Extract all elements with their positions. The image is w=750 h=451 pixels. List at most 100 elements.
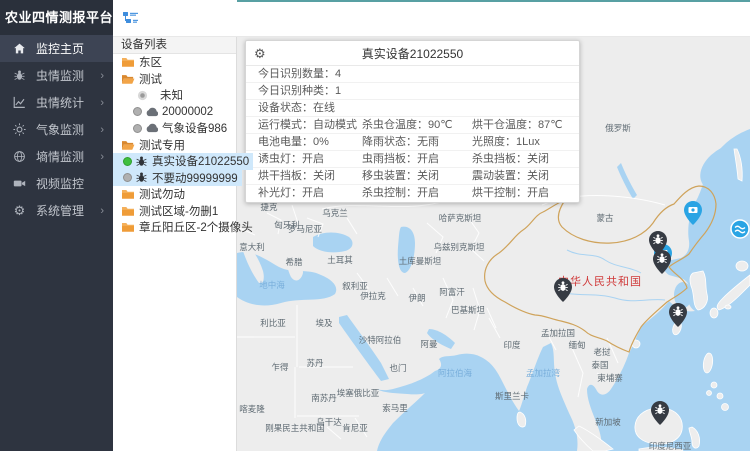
popup-grid-cell: 电池电量：0% <box>258 134 362 151</box>
sidebar-nav: 监控主页虫情监测›虫情统计›气象监测›墒情监测›视频监控⚙系统管理› <box>0 35 113 224</box>
tree-item[interactable]: 测试区域-勿删1 <box>113 203 236 220</box>
home-icon <box>12 41 27 56</box>
sidebar-item-1[interactable]: 虫情监测› <box>0 62 113 89</box>
insect-device-pin[interactable] <box>653 250 671 279</box>
status-dot-online <box>123 157 132 166</box>
tree-item-label: 测试专用 <box>139 137 185 153</box>
status-dot-offline <box>133 124 142 133</box>
popup-grid-cell: 杀虫仓温度：90℃ <box>362 117 472 134</box>
popup-grid-cell: 烘干仓温度：87℃ <box>472 117 579 134</box>
tree-item-label: 气象设备986 <box>162 120 227 136</box>
folder-closed-icon <box>121 221 135 233</box>
popup-grid-cell: 杀虫挡板：关闭 <box>472 151 579 168</box>
tree-item[interactable]: 20000002 <box>113 104 236 121</box>
popup-grid-cell: 降雨状态：无雨 <box>362 134 472 151</box>
app-root: 农业四情测报平台 监控主页虫情监测›虫情统计›气象监测›墒情监测›视频监控⚙系统… <box>0 0 750 451</box>
chevron-right-icon: › <box>100 97 104 109</box>
popup-header: ⚙ 真实设备21022550 <box>246 41 579 66</box>
popup-status-grid: 运行模式：自动模式杀虫仓温度：90℃烘干仓温度：87℃电池电量：0%降雨状态：无… <box>246 117 579 202</box>
popup-grid-row: 补光灯：开启杀虫控制：开启烘干控制：开启 <box>246 185 579 202</box>
sidebar-item-label: 墒情监测 <box>36 148 84 165</box>
chevron-right-icon: › <box>100 151 104 163</box>
popup-grid-cell: 运行模式：自动模式 <box>258 117 362 134</box>
tree-item-label: 未知 <box>160 87 183 103</box>
insect-device-icon <box>135 171 148 184</box>
insect-device-pin[interactable] <box>669 303 687 332</box>
insect-device-pin[interactable] <box>651 401 669 430</box>
globe-icon <box>12 149 27 164</box>
popup-stat-row: 设备状态：在线 <box>246 100 579 117</box>
popup-grid-cell: 移虫装置：关闭 <box>362 168 472 185</box>
popup-grid-cell: 杀虫控制：开启 <box>362 185 472 202</box>
device-tree: 东区测试未知20000002气象设备986测试专用真实设备21022550不要动… <box>113 54 236 236</box>
weather-device-icon <box>145 123 158 133</box>
tree-item-label: 真实设备21022550 <box>152 153 249 169</box>
chevron-right-icon: › <box>100 205 104 217</box>
tree-item[interactable]: 测试 <box>113 71 236 88</box>
top-accent-bar <box>237 0 750 2</box>
popup-grid-cell: 补光灯：开启 <box>258 185 362 202</box>
tree-item[interactable]: 测试专用 <box>113 137 236 154</box>
tree-item[interactable]: 章丘阳丘区-2个摄像头 <box>113 219 257 236</box>
sidebar-item-label: 气象监测 <box>36 121 84 138</box>
sidebar-item-0[interactable]: 监控主页 <box>0 35 113 62</box>
device-panel-header: 设备列表 <box>113 37 236 54</box>
tree-item[interactable]: 东区 <box>113 54 236 71</box>
sidebar-item-4[interactable]: 墒情监测 › <box>0 143 113 170</box>
chevron-right-icon: › <box>100 124 104 136</box>
bug-icon <box>12 68 27 83</box>
popup-stat-row: 今日识别数量：4 <box>246 66 579 83</box>
sidebar-item-label: 监控主页 <box>36 40 84 57</box>
popup-title: 真实设备21022550 <box>362 47 463 61</box>
popup-grid-cell: 烘干挡板：关闭 <box>258 168 362 185</box>
sidebar-item-3[interactable]: 气象监测 › <box>0 116 113 143</box>
sidebar-item-label: 虫情统计 <box>36 94 84 111</box>
tree-item-label: 测试勿动 <box>139 186 185 202</box>
folder-closed-icon <box>121 188 135 200</box>
popup-grid-cell: 虫雨挡板：开启 <box>362 151 472 168</box>
insect-device-icon <box>135 155 148 168</box>
weather-icon <box>12 122 27 137</box>
sidebar-item-6[interactable]: ⚙系统管理› <box>0 197 113 224</box>
popup-stat-row: 今日识别种类：1 <box>246 83 579 100</box>
sidebar-item-label: 系统管理 <box>36 202 84 219</box>
gear-icon[interactable]: ⚙ <box>254 41 266 66</box>
unknown-marker-icon <box>137 90 148 101</box>
popup-grid-cell: 烘干控制：开启 <box>472 185 579 202</box>
sidebar-item-label: 虫情监测 <box>36 67 84 84</box>
folder-open-icon <box>121 73 135 85</box>
tree-item[interactable]: 真实设备21022550 <box>113 153 253 170</box>
status-dot-offline <box>133 107 142 116</box>
device-info-popup: ⚙ 真实设备21022550 今日识别数量：4今日识别种类：1设备状态：在线 运… <box>245 40 580 203</box>
sidebar-item-2[interactable]: 虫情统计 › <box>0 89 113 116</box>
popup-grid-row: 运行模式：自动模式杀虫仓温度：90℃烘干仓温度：87℃ <box>246 117 579 134</box>
video-icon <box>12 176 27 191</box>
tree-item-label: 章丘阳丘区-2个摄像头 <box>139 219 253 235</box>
topbar <box>113 0 750 37</box>
device-panel: 设备列表 东区测试未知20000002气象设备986测试专用真实设备210225… <box>113 37 237 451</box>
popup-stats: 今日识别数量：4今日识别种类：1设备状态：在线 <box>246 66 579 117</box>
map-canvas[interactable]: 俄罗斯蒙古哈萨克斯坦乌克兰捷克匈牙利罗马尼亚意大利希腊土耳其乌兹别克斯坦土库曼斯… <box>237 37 750 451</box>
app-title: 农业四情测报平台 <box>0 0 113 35</box>
cluster-badge[interactable] <box>730 219 750 244</box>
weather-device-pin[interactable] <box>684 201 702 230</box>
folder-closed-icon <box>121 205 135 217</box>
tree-list-icon[interactable] <box>122 10 139 27</box>
folder-closed-icon <box>121 56 135 68</box>
tree-item[interactable]: 测试勿动 <box>113 186 236 203</box>
weather-device-icon <box>145 107 158 117</box>
popup-grid-cell: 光照度：1Lux <box>472 134 579 151</box>
sidebar: 农业四情测报平台 监控主页虫情监测›虫情统计›气象监测›墒情监测›视频监控⚙系统… <box>0 0 113 451</box>
tree-item-label: 20000002 <box>162 106 213 118</box>
popup-grid-cell: 震动装置：关闭 <box>472 168 579 185</box>
insect-device-pin[interactable] <box>554 278 572 307</box>
tree-item[interactable]: 气象设备986 <box>113 120 236 137</box>
popup-grid-row: 诱虫灯：开启虫雨挡板：开启杀虫挡板：关闭 <box>246 151 579 168</box>
sidebar-item-label: 视频监控 <box>36 175 84 192</box>
tree-item[interactable]: 不要动99999999 <box>113 170 242 187</box>
sidebar-item-5[interactable]: 视频监控 <box>0 170 113 197</box>
folder-open-icon <box>121 139 135 151</box>
popup-grid-row: 烘干挡板：关闭移虫装置：关闭震动装置：关闭 <box>246 168 579 185</box>
popup-grid-row: 电池电量：0%降雨状态：无雨光照度：1Lux <box>246 134 579 151</box>
tree-item[interactable]: 未知 <box>113 87 236 104</box>
